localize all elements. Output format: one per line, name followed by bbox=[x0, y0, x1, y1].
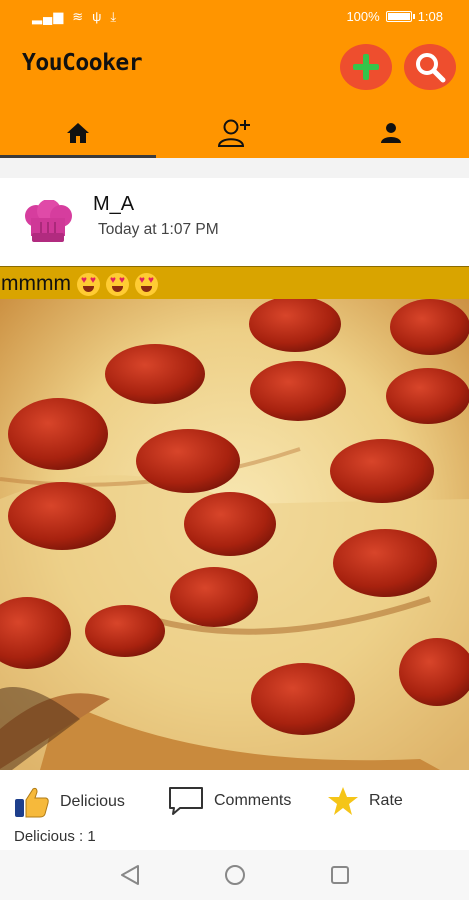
system-nav-bar bbox=[0, 850, 469, 900]
tab-profile[interactable] bbox=[313, 108, 469, 158]
wifi-icon: ≋ bbox=[72, 9, 85, 24]
home-nav-icon[interactable] bbox=[224, 864, 246, 886]
tab-home[interactable] bbox=[0, 108, 157, 158]
app-title: YouCooker bbox=[22, 50, 143, 76]
delicious-count: Delicious : 1 bbox=[14, 828, 96, 845]
star-icon bbox=[328, 787, 358, 815]
heart-eyes-emoji bbox=[105, 272, 129, 296]
back-icon[interactable] bbox=[119, 864, 141, 886]
rate-button[interactable]: Rate bbox=[327, 786, 403, 816]
post-actions: Delicious Comments Rate Delicious : 1 bbox=[0, 770, 469, 850]
comments-label: Comments bbox=[214, 792, 292, 809]
caption-bar: mmmm bbox=[0, 266, 469, 299]
battery-percent: 100% bbox=[346, 9, 380, 24]
thumbs-up-icon bbox=[15, 787, 49, 818]
usb-icon: ψ bbox=[92, 9, 103, 24]
delicious-label: Delicious bbox=[60, 793, 125, 810]
tab-bar bbox=[0, 108, 469, 158]
comment-icon bbox=[169, 787, 203, 815]
status-icons: ▂▄▆ ≋ ψ ⤓ bbox=[32, 9, 117, 25]
search-icon bbox=[416, 53, 446, 83]
post-header[interactable]: M_A Today at 1:07 PM bbox=[0, 178, 469, 266]
caption-text: mmmm bbox=[1, 272, 71, 295]
heart-eyes-emoji bbox=[134, 272, 158, 296]
home-icon bbox=[67, 123, 90, 143]
post-timestamp: Today at 1:07 PM bbox=[98, 221, 219, 238]
search-button[interactable] bbox=[404, 44, 456, 90]
person-icon bbox=[380, 123, 401, 143]
heart-eyes-emoji bbox=[76, 272, 100, 296]
recents-icon[interactable] bbox=[329, 864, 351, 886]
rate-label: Rate bbox=[369, 792, 403, 809]
battery-icon bbox=[385, 11, 415, 22]
post-photo[interactable] bbox=[0, 299, 469, 770]
plus-icon bbox=[353, 54, 379, 80]
app-bar: ▂▄▆ ≋ ψ ⤓ 100% 1:08 YouCooker bbox=[0, 0, 469, 158]
add-person-icon bbox=[218, 119, 251, 147]
post-caption: mmmm bbox=[1, 272, 158, 296]
delicious-button[interactable]: Delicious bbox=[14, 786, 125, 818]
clock: 1:08 bbox=[417, 9, 443, 24]
signal-icon: ▂▄▆ bbox=[32, 9, 65, 24]
post-author[interactable]: M_A bbox=[93, 193, 134, 216]
add-button[interactable] bbox=[340, 44, 392, 90]
comments-button[interactable]: Comments bbox=[168, 786, 291, 816]
chef-hat-avatar bbox=[25, 200, 72, 242]
tab-follow[interactable] bbox=[156, 108, 312, 158]
pizza-image bbox=[0, 299, 469, 770]
status-right: 100% 1:08 bbox=[346, 9, 443, 24]
download-icon: ⤓ bbox=[110, 9, 118, 24]
status-bar: ▂▄▆ ≋ ψ ⤓ 100% 1:08 bbox=[0, 0, 469, 34]
